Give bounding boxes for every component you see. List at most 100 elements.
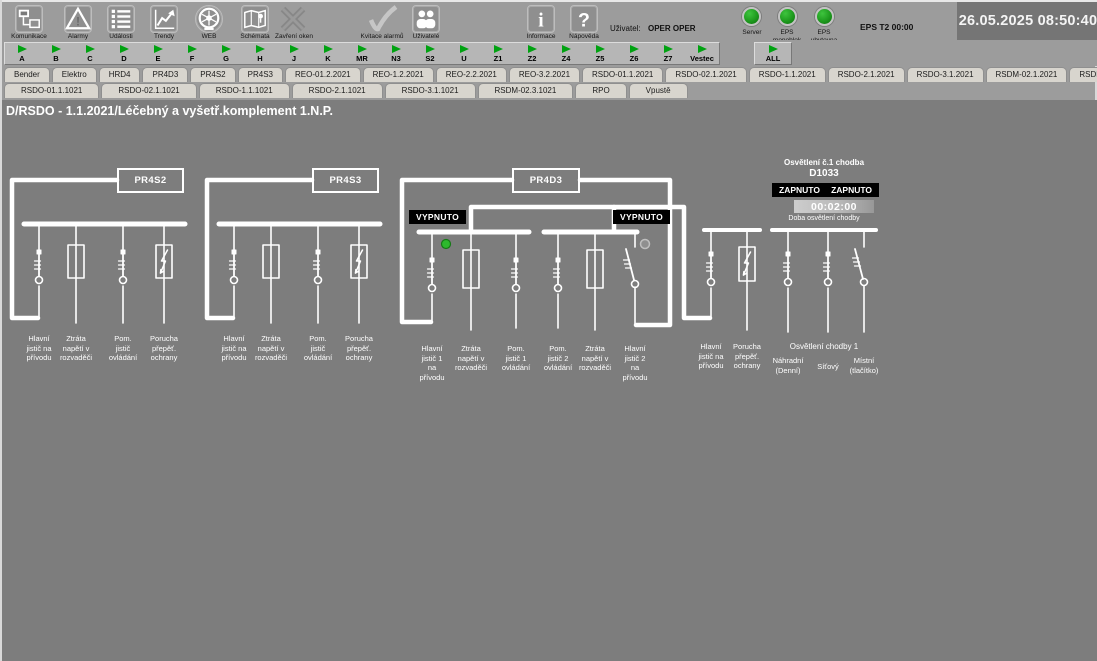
letter-button[interactable]: B	[39, 43, 73, 64]
all-button[interactable]: ALL	[754, 42, 792, 65]
users-icon	[413, 6, 439, 32]
letter-button-label: J	[292, 54, 296, 63]
letter-button[interactable]: N3	[379, 43, 413, 64]
tab[interactable]: RSDO-3.1.2021	[907, 67, 984, 82]
all-button-label: ALL	[766, 54, 781, 63]
letter-button[interactable]: F	[175, 43, 209, 64]
tab[interactable]: RPO	[575, 83, 626, 98]
lighting-timer-caption: Doba osvětlení chodby	[788, 215, 859, 222]
letter-button[interactable]: C	[73, 43, 107, 64]
tab[interactable]: RSDO-01.1.1021	[4, 83, 99, 98]
tab[interactable]: RSDO-1.1.2021	[749, 67, 826, 82]
pr4d3-right-state-badge[interactable]: VYPNUTO	[613, 210, 670, 224]
tab[interactable]: RSDO-02.1.1021	[101, 83, 196, 98]
letter-button-label: C	[87, 54, 92, 63]
tab[interactable]: REO-3.2.2021	[509, 67, 580, 82]
pr4d3-left-feed-line	[402, 180, 512, 322]
go-triangle-icon	[630, 45, 639, 53]
tab[interactable]: RSDO-2.1.1021	[292, 83, 383, 98]
letter-button-label: MR	[356, 54, 368, 63]
tab[interactable]: PR4S2	[190, 67, 235, 82]
letter-button[interactable]: K	[311, 43, 345, 64]
tab[interactable]: RSDM-02.3.1021	[478, 83, 574, 98]
tab[interactable]: HRD4	[99, 67, 141, 82]
lighting-group-label: Osvětlení chodby 1	[790, 342, 858, 351]
letter-button-label: B	[53, 54, 58, 63]
letter-button[interactable]: G	[209, 43, 243, 64]
go-triangle-icon	[460, 45, 469, 53]
letter-button[interactable]: Z2	[515, 43, 549, 64]
pr4d3-left-state-badge[interactable]: VYPNUTO	[409, 210, 466, 224]
close-windows-icon	[278, 5, 308, 33]
letter-button[interactable]: Z6	[617, 43, 651, 64]
lighting-col3-label: Místní (tlačítko)	[833, 356, 895, 375]
go-triangle-icon	[392, 45, 401, 53]
letter-button[interactable]: D	[107, 43, 141, 64]
komunikace-icon	[16, 6, 42, 32]
letter-button[interactable]: H	[243, 43, 277, 64]
pr4d3-panel-box[interactable]: PR4D3	[512, 168, 580, 193]
letter-button-label: Z4	[562, 54, 571, 63]
letter-button[interactable]: S2	[413, 43, 447, 64]
kvitace-alarmu-button[interactable]	[365, 5, 397, 33]
datetime-panel: 26.05.2025 08:50:40	[957, 2, 1097, 40]
udalosti-button[interactable]	[107, 5, 135, 33]
napoveda-button[interactable]: ?	[570, 5, 598, 33]
letter-button-label: A	[19, 54, 24, 63]
go-triangle-icon	[596, 45, 605, 53]
letter-button[interactable]: Z4	[549, 43, 583, 64]
letter-button-label: G	[223, 54, 229, 63]
tab[interactable]: Elektro	[52, 67, 97, 82]
letter-button[interactable]: E	[141, 43, 175, 64]
letter-button-label: Z1	[494, 54, 503, 63]
letter-button[interactable]: A	[5, 43, 39, 64]
letter-button-label: Z6	[630, 54, 639, 63]
lighting-state-bar[interactable]: ZAPNUTO ZAPNUTO	[772, 183, 879, 197]
go-triangle-icon	[528, 45, 537, 53]
tab[interactable]: RSDO-2.1.2021	[828, 67, 905, 82]
tab[interactable]: REO-1.2.2021	[363, 67, 434, 82]
letter-button[interactable]: Z5	[583, 43, 617, 64]
tab[interactable]: RSDM-4.1.2021	[1069, 67, 1097, 82]
letter-button[interactable]: Z1	[481, 43, 515, 64]
komunikace-button[interactable]	[15, 5, 43, 33]
informace-icon: i	[528, 6, 554, 32]
pr4s3-col4-label: Porucha přepěť. ochrany	[328, 334, 390, 363]
pr4s2-panel-box[interactable]: PR4S2	[117, 168, 184, 193]
lighting-timer: 00:02:00	[794, 200, 874, 213]
tab[interactable]: PR4D3	[142, 67, 188, 82]
schematic-area: D/RSDO - 1.1.2021/Léčebný a vyšetř.kompl…	[2, 100, 1097, 661]
go-triangle-icon	[426, 45, 435, 53]
lighting-code: D1033	[809, 168, 838, 179]
web-icon	[196, 6, 222, 32]
tab[interactable]: REO-2.2.2021	[436, 67, 507, 82]
letter-button[interactable]: Z7	[651, 43, 685, 64]
letter-button[interactable]: MR	[345, 43, 379, 64]
tab[interactable]: PR4S3	[238, 67, 283, 82]
schemata-button[interactable]	[241, 5, 269, 33]
tab[interactable]: RSDO-01.1.2021	[582, 67, 663, 82]
letter-button[interactable]: J	[277, 43, 311, 64]
svg-text:?: ?	[578, 9, 590, 31]
informace-button[interactable]: i	[527, 5, 555, 33]
tab[interactable]: Bender	[4, 67, 50, 82]
uzivatele-button[interactable]	[412, 5, 440, 33]
alarmy-button[interactable]: !	[64, 5, 92, 33]
trendy-button[interactable]	[150, 5, 178, 33]
breaker1-on-led	[442, 240, 451, 249]
pr4s3-panel-box[interactable]: PR4S3	[312, 168, 379, 193]
tab[interactable]: REO-01.2.2021	[285, 67, 361, 82]
tab[interactable]: RSDO-3.1.1021	[385, 83, 476, 98]
web-button[interactable]	[195, 5, 223, 33]
tab[interactable]: Vpustě	[629, 83, 688, 98]
main-toolbar: Komunikace ! Alarmy Události Trendy	[2, 0, 1097, 40]
letter-button[interactable]: Vestec	[685, 43, 719, 64]
zavreni-oken-label: Zavření oken	[259, 33, 329, 40]
tab[interactable]: RSDO-1.1.1021	[199, 83, 290, 98]
tab[interactable]: RSDM-02.1.2021	[986, 67, 1068, 82]
go-triangle-icon	[290, 45, 299, 53]
letter-button[interactable]: U	[447, 43, 481, 64]
tab[interactable]: RSDO-02.1.2021	[665, 67, 746, 82]
lighting-header: Osvětlení č.1 chodba	[784, 158, 864, 167]
zavreni-oken-button[interactable]	[278, 5, 310, 33]
